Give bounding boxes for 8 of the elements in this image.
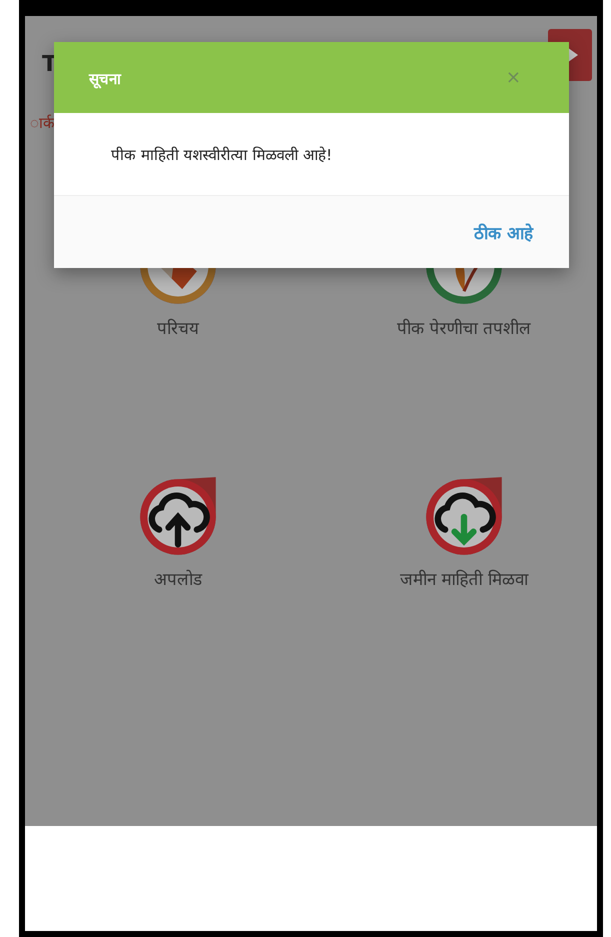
dialog-title: सूचना bbox=[89, 68, 121, 88]
tile-label[interactable]: परिचय bbox=[157, 316, 199, 339]
tile-label[interactable]: पीक पेरणीचा तपशील bbox=[397, 316, 531, 339]
tile-label[interactable]: अपलोड bbox=[154, 567, 202, 590]
dialog-message: पीक माहिती यशस्वीरीत्या मिळवली आहे! bbox=[111, 145, 332, 164]
tile-label[interactable]: जमीन माहिती मिळवा bbox=[400, 567, 528, 590]
subtitle: ार्क bbox=[29, 113, 56, 132]
ok-button[interactable]: ठीक आहे bbox=[474, 220, 533, 244]
